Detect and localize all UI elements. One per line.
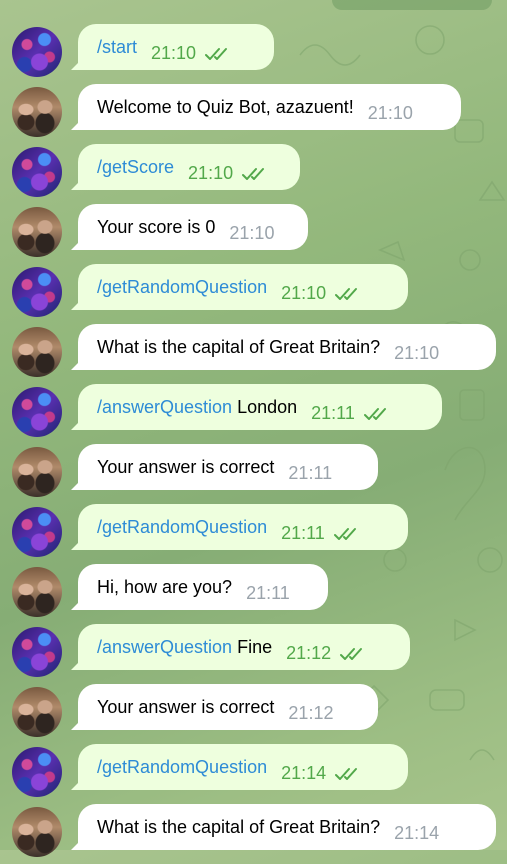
message-time: 21:14 [394, 822, 440, 843]
message-time: 21:12 [288, 702, 334, 723]
incoming-message-bubble[interactable]: Welcome to Quiz Bot, azazuent! 21:10 [78, 84, 461, 130]
incoming-message-row: Your answer is correct 21:12 [0, 684, 507, 744]
outgoing-message-bubble[interactable]: /start 21:10 [78, 24, 274, 70]
incoming-message-row: Welcome to Quiz Bot, azazuent! 21:10 [0, 84, 507, 144]
incoming-message-bubble[interactable]: Your score is 0 21:10 [78, 204, 308, 250]
outgoing-message-row: /getRandomQuestion 21:10 [0, 264, 507, 324]
double-check-icon [363, 407, 386, 420]
message-time: 21:10 [151, 43, 231, 64]
command-link[interactable]: /getRandomQuestion [97, 517, 267, 538]
outgoing-message-bubble[interactable]: /getRandomQuestion 21:10 [78, 264, 408, 310]
message-time: 21:10 [281, 283, 361, 304]
outgoing-message-row: /answerQuestion London 21:11 [0, 384, 507, 444]
incoming-message-row: Your answer is correct 21:11 [0, 444, 507, 504]
message-text: London [232, 396, 298, 417]
message-text: Fine [232, 636, 273, 657]
message-time: 21:11 [311, 403, 390, 424]
incoming-message-row: What is the capital of Great Britain? 21:… [0, 804, 507, 864]
outgoing-message-bubble[interactable]: /answerQuestion Fine 21:12 [78, 624, 410, 670]
incoming-message-bubble[interactable]: Your answer is correct 21:12 [78, 684, 378, 730]
outgoing-message-row: /answerQuestion Fine 21:12 [0, 624, 507, 684]
double-check-icon [340, 647, 363, 660]
message-time: 21:12 [286, 643, 366, 664]
double-check-icon [335, 287, 358, 300]
incoming-message-row: Your score is 0 21:10 [0, 204, 507, 264]
user-avatar[interactable] [12, 147, 62, 197]
message-text: Your answer is correct [97, 456, 275, 477]
outgoing-message-bubble[interactable]: /getRandomQuestion 21:11 [78, 504, 408, 550]
message-text: Hi, how are you? [97, 576, 233, 597]
command-link[interactable]: /answerQuestion [97, 637, 232, 658]
message-time: 21:14 [281, 763, 361, 784]
message-time: 21:11 [246, 582, 290, 603]
double-check-icon [242, 167, 265, 180]
user-avatar[interactable] [12, 747, 62, 797]
user-avatar[interactable] [12, 267, 62, 317]
message-time: 21:10 [394, 342, 440, 363]
incoming-message-row: Hi, how are you? 21:11 [0, 564, 507, 624]
message-time: 21:11 [281, 523, 360, 544]
message-text: Your answer is correct [97, 696, 275, 717]
user-avatar[interactable] [12, 507, 62, 557]
outgoing-message-bubble[interactable]: /getRandomQuestion 21:14 [78, 744, 408, 790]
outgoing-message-row: /getRandomQuestion 21:11 [0, 504, 507, 564]
outgoing-message-bubble[interactable]: /getScore 21:10 [78, 144, 300, 190]
command-link[interactable]: /getScore [97, 157, 174, 178]
outgoing-message-row: /getScore 21:10 [0, 144, 507, 204]
outgoing-message-row: /getRandomQuestion 21:14 [0, 744, 507, 804]
message-time: 21:10 [229, 222, 275, 243]
incoming-message-row: What is the capital of Great Britain? 21:… [0, 324, 507, 384]
bot-avatar[interactable] [12, 567, 62, 617]
outgoing-message-bubble[interactable]: /answerQuestion London 21:11 [78, 384, 442, 430]
bot-avatar[interactable] [12, 447, 62, 497]
bot-avatar[interactable] [12, 687, 62, 737]
command-link[interactable]: /answerQuestion [97, 397, 232, 418]
message-time: 21:10 [188, 163, 268, 184]
top-bar-edge [332, 0, 492, 10]
message-time: 21:11 [288, 462, 333, 483]
incoming-message-bubble[interactable]: What is the capital of Great Britain? 21:… [78, 804, 496, 850]
double-check-icon [333, 527, 356, 540]
message-text: Welcome to Quiz Bot, azazuent! [97, 96, 354, 117]
user-avatar[interactable] [12, 627, 62, 677]
message-text: What is the capital of Great Britain? [97, 336, 381, 357]
message-time: 21:10 [367, 102, 413, 123]
message-text: What is the capital of Great Britain? [97, 816, 381, 837]
incoming-message-bubble[interactable]: Hi, how are you? 21:11 [78, 564, 328, 610]
double-check-icon [335, 767, 358, 780]
bot-avatar[interactable] [12, 207, 62, 257]
bot-avatar[interactable] [12, 327, 62, 377]
command-link[interactable]: /getRandomQuestion [97, 757, 267, 778]
user-avatar[interactable] [12, 387, 62, 437]
outgoing-message-row: /start 21:10 [0, 24, 507, 84]
user-avatar[interactable] [12, 27, 62, 77]
double-check-icon [205, 47, 228, 60]
command-link[interactable]: /getRandomQuestion [97, 277, 267, 298]
incoming-message-bubble[interactable]: What is the capital of Great Britain? 21:… [78, 324, 496, 370]
bot-avatar[interactable] [12, 87, 62, 137]
incoming-message-bubble[interactable]: Your answer is correct 21:11 [78, 444, 378, 490]
message-text: Your score is 0 [97, 216, 216, 237]
command-link[interactable]: /start [97, 37, 137, 58]
